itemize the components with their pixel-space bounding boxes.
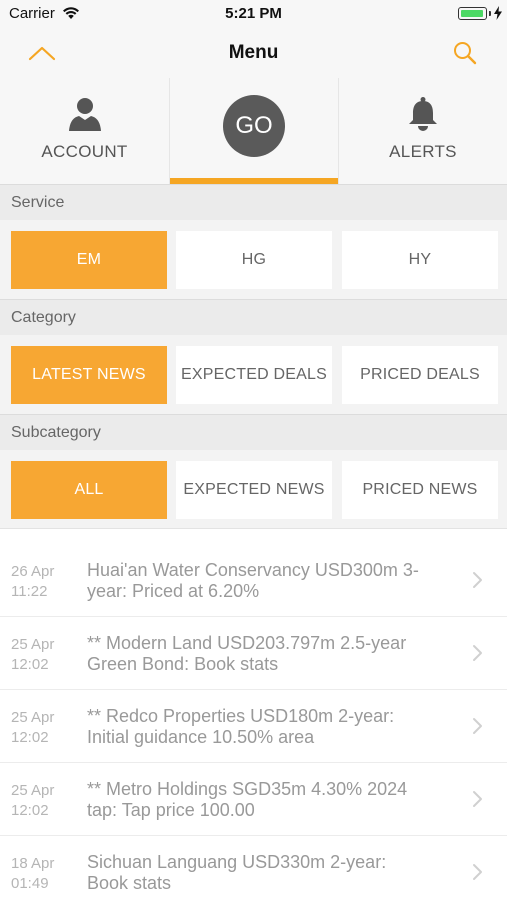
category-option-priced-deals[interactable]: PRICED DEALS <box>342 346 498 404</box>
news-title-line: Initial guidance 10.50% area <box>87 727 315 747</box>
chevron-right-icon <box>473 572 482 588</box>
news-title-line: Huai'an Water Conservancy USD300m 3- <box>87 560 419 580</box>
subcategory-option-all[interactable]: ALL <box>11 461 167 519</box>
news-time: 12:02 <box>11 656 49 673</box>
tab-account-label: ACCOUNT <box>41 142 128 161</box>
service-section-header: Service <box>0 184 507 220</box>
tab-account[interactable]: ACCOUNT <box>0 78 169 184</box>
chevron-right-icon <box>473 718 482 734</box>
news-title-line: year: Priced at 6.20% <box>87 581 260 601</box>
news-time: 01:49 <box>11 875 49 892</box>
category-option-expected-deals[interactable]: EXPECTED DEALS <box>176 346 332 404</box>
news-time: 12:02 <box>11 729 49 746</box>
go-badge: GO <box>223 95 285 157</box>
service-option-hg[interactable]: HG <box>176 231 332 289</box>
subcategory-option-priced-news[interactable]: PRICED NEWS <box>342 461 498 519</box>
search-icon[interactable] <box>452 40 478 66</box>
page-title: Menu <box>228 42 279 63</box>
user-icon <box>68 98 101 131</box>
status-bar: Carrier 5:21 PM <box>0 0 507 28</box>
chevron-up-icon[interactable] <box>28 42 56 64</box>
category-header-label: Category <box>11 309 76 326</box>
chevron-right-icon <box>473 645 482 661</box>
news-item[interactable]: 26 Apr 11:22 Huai'an Water Conservancy U… <box>0 544 507 617</box>
main-tabs: ACCOUNT GO ALERTS <box>0 78 507 184</box>
category-section-header: Category <box>0 299 507 335</box>
battery-icon <box>458 7 487 20</box>
nav-bar: Menu <box>0 28 507 78</box>
subcategory-header-label: Subcategory <box>11 424 101 441</box>
news-item[interactable]: 25 Apr 12:02 ** Modern Land USD203.797m … <box>0 617 507 690</box>
news-title-line: tap: Tap price 100.00 <box>87 800 255 820</box>
service-options: EM HG HY <box>0 220 507 299</box>
bell-icon <box>409 97 437 131</box>
charging-bolt-icon <box>494 6 502 20</box>
news-time: 12:02 <box>11 802 49 819</box>
service-option-em[interactable]: EM <box>11 231 167 289</box>
news-title-line: ** Modern Land USD203.797m 2.5-year <box>87 633 407 653</box>
tab-alerts[interactable]: ALERTS <box>338 78 507 184</box>
category-options: LATEST NEWS EXPECTED DEALS PRICED DEALS <box>0 335 507 414</box>
tab-alerts-label: ALERTS <box>389 142 457 161</box>
news-date: 26 Apr <box>11 563 55 580</box>
subcategory-section-header: Subcategory <box>0 414 507 450</box>
news-title-line: Book stats <box>87 873 172 893</box>
status-time: 5:21 PM <box>225 5 282 22</box>
news-title-line: ** Redco Properties USD180m 2-year: <box>87 706 395 726</box>
chevron-right-icon <box>473 864 482 880</box>
news-title-line: Sichuan Languang USD330m 2-year: <box>87 852 387 872</box>
news-item[interactable]: 25 Apr 12:02 ** Redco Properties USD180m… <box>0 690 507 763</box>
news-date: 25 Apr <box>11 636 55 653</box>
subcategory-options: ALL EXPECTED NEWS PRICED NEWS <box>0 450 507 529</box>
news-title-line: ** Metro Holdings SGD35m 4.30% 2024 <box>87 779 408 799</box>
news-date: 18 Apr <box>11 855 55 872</box>
tab-go[interactable]: GO <box>169 78 338 184</box>
service-header-label: Service <box>11 194 65 211</box>
category-option-latest-news[interactable]: LATEST NEWS <box>11 346 167 404</box>
news-list: 26 Apr 11:22 Huai'an Water Conservancy U… <box>0 528 507 900</box>
news-date: 25 Apr <box>11 782 55 799</box>
service-option-hy[interactable]: HY <box>342 231 498 289</box>
battery-cap <box>489 11 491 16</box>
news-date: 25 Apr <box>11 709 55 726</box>
news-time: 11:22 <box>11 583 48 600</box>
subcategory-option-expected-news[interactable]: EXPECTED NEWS <box>176 461 332 519</box>
news-item[interactable]: 25 Apr 12:02 ** Metro Holdings SGD35m 4.… <box>0 763 507 836</box>
chevron-right-icon <box>473 791 482 807</box>
news-title-line: Green Bond: Book stats <box>87 654 279 674</box>
news-item[interactable]: 18 Apr 01:49 Sichuan Languang USD330m 2-… <box>0 836 507 900</box>
